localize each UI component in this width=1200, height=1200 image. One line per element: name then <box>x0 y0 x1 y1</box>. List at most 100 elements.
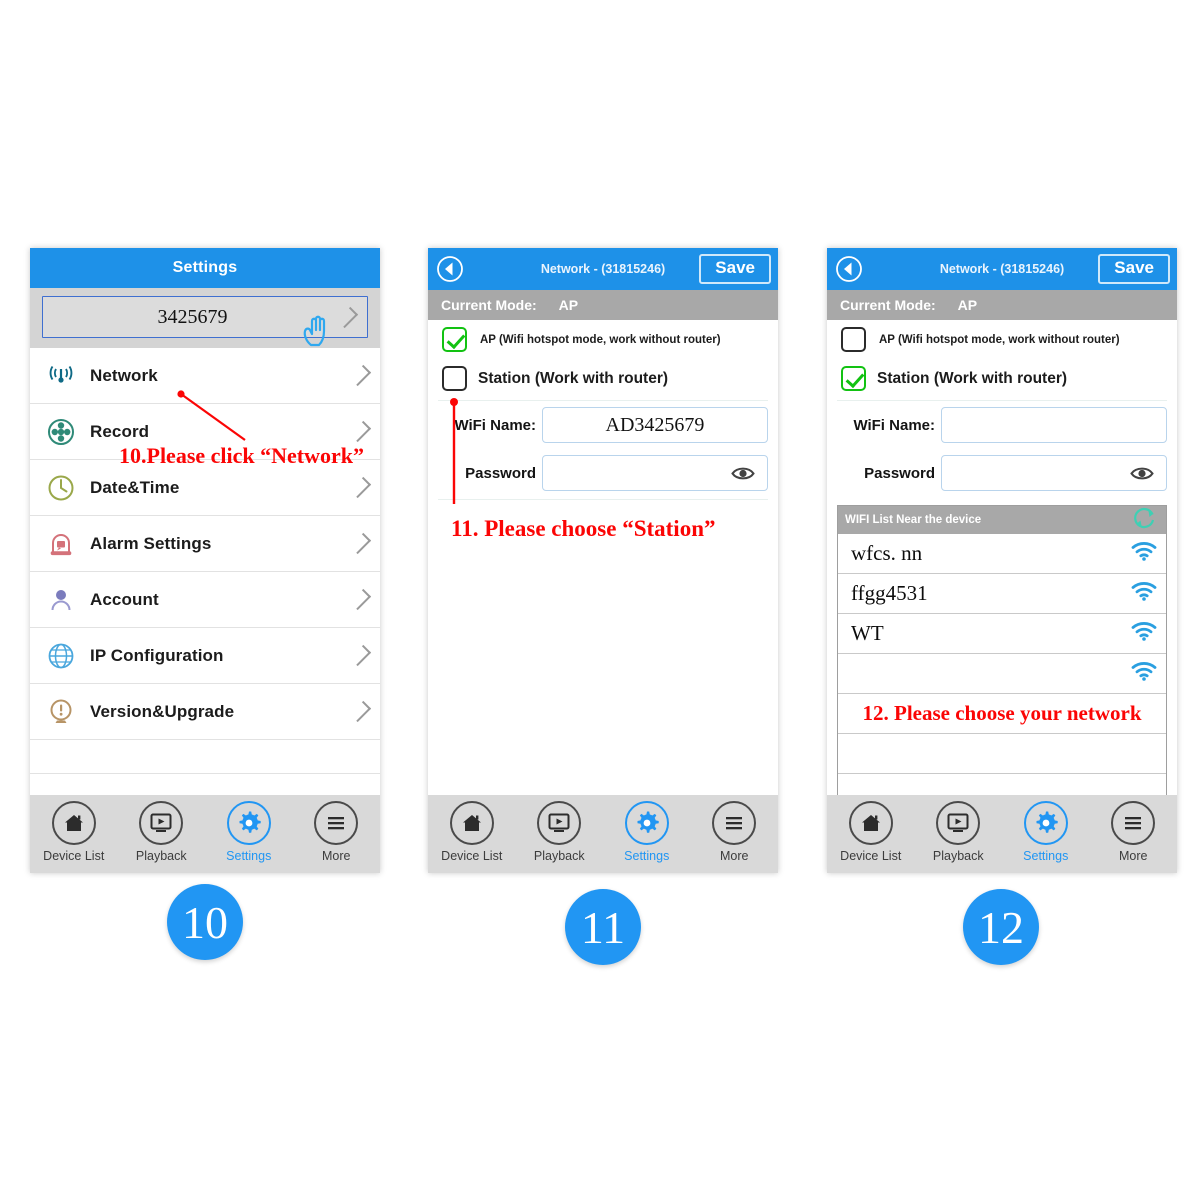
globe-icon <box>46 641 86 671</box>
tab-label: Settings <box>226 849 272 863</box>
eye-icon[interactable] <box>731 465 755 482</box>
home-icon <box>51 801 96 845</box>
wifi-list-item[interactable]: WT <box>838 614 1166 654</box>
tab-device-list[interactable]: Device List <box>428 801 516 863</box>
alarm-bell-icon <box>46 529 86 559</box>
network-titlebar: Network - (31815246) Save <box>428 248 778 290</box>
tab-device-list[interactable]: Device List <box>30 801 118 863</box>
tab-more[interactable]: More <box>293 801 381 863</box>
wifi-strength-icon <box>1131 661 1157 686</box>
settings-row-label: Account <box>90 589 159 609</box>
ap-mode-checkbox[interactable] <box>841 327 866 352</box>
settings-row-label: Version&Upgrade <box>90 701 235 721</box>
wifi-name-input[interactable] <box>941 407 1167 443</box>
page-title: Settings <box>172 259 238 276</box>
ap-mode-checkbox[interactable] <box>442 327 467 352</box>
tab-label: Settings <box>624 849 670 863</box>
tab-label: Settings <box>1023 849 1069 863</box>
wifi-name-row: WiFi Name: <box>827 401 1177 449</box>
save-button[interactable]: Save <box>1098 254 1170 284</box>
wifi-list-header: WIFI List Near the device <box>838 506 1166 534</box>
annotation-text-11: 11. Please choose “Station” <box>451 516 716 541</box>
tutorial-screenshot: Settings 3425679 Network Record Date&Tim… <box>0 0 1200 1200</box>
password-label: Password <box>465 464 536 482</box>
password-input[interactable] <box>542 455 768 491</box>
tab-more[interactable]: More <box>1090 801 1178 863</box>
wifi-list-panel: WIFI List Near the device wfcs. nn ffgg4… <box>837 505 1167 805</box>
network-titlebar: Network - (31815246) Save <box>827 248 1177 290</box>
password-input[interactable] <box>941 455 1167 491</box>
settings-list: Network Record Date&Time Alarm Settings … <box>30 348 380 774</box>
tab-playback[interactable]: Playback <box>118 801 206 863</box>
ap-mode-row[interactable]: AP (Wifi hotspot mode, work without rout… <box>827 320 1177 359</box>
tab-settings[interactable]: Settings <box>205 801 293 863</box>
settings-row-label: Record <box>90 421 150 441</box>
current-mode-bar: Current Mode: AP <box>827 290 1177 320</box>
back-button[interactable] <box>436 255 464 283</box>
step-number-badge-11: 11 <box>565 889 641 965</box>
refresh-icon[interactable] <box>1132 506 1158 536</box>
network-form: AP (Wifi hotspot mode, work without rout… <box>428 320 778 500</box>
wifi-list-item-empty[interactable] <box>838 734 1166 774</box>
hamburger-icon <box>712 801 757 845</box>
settings-row-label: IP Configuration <box>90 645 224 665</box>
tab-playback[interactable]: Playback <box>915 801 1003 863</box>
tab-label: More <box>322 849 351 863</box>
wifi-list-item[interactable]: wfcs. nn <box>838 534 1166 574</box>
tab-device-list[interactable]: Device List <box>827 801 915 863</box>
wifi-ssid-label: WT <box>851 621 884 645</box>
wifi-name-row: WiFi Name: AD3425679 <box>428 401 778 449</box>
station-mode-checkbox[interactable] <box>442 366 467 391</box>
tab-more[interactable]: More <box>691 801 779 863</box>
station-mode-checkbox[interactable] <box>841 366 866 391</box>
tab-settings[interactable]: Settings <box>603 801 691 863</box>
tab-settings[interactable]: Settings <box>1002 801 1090 863</box>
ap-mode-row[interactable]: AP (Wifi hotspot mode, work without rout… <box>428 320 778 359</box>
eye-icon[interactable] <box>1130 465 1154 482</box>
settings-row-account[interactable]: Account <box>30 572 380 628</box>
current-mode-label: Current Mode: <box>840 297 936 313</box>
wifi-name-input[interactable]: AD3425679 <box>542 407 768 443</box>
bottom-tabbar: Device List Playback Settings More <box>30 795 380 873</box>
wifi-name-label: WiFi Name: <box>454 416 536 434</box>
wifi-ssid-label: ffgg4531 <box>851 581 928 605</box>
phone-panel-step-10: Settings 3425679 Network Record Date&Tim… <box>30 248 380 873</box>
tab-label: More <box>1119 849 1148 863</box>
wifi-strength-icon <box>1131 621 1157 646</box>
wifi-list-item[interactable]: ffgg4531 <box>838 574 1166 614</box>
clock-icon <box>46 473 86 503</box>
station-mode-row[interactable]: Station (Work with router) <box>428 359 778 398</box>
settings-row-alarm[interactable]: Alarm Settings <box>30 516 380 572</box>
settings-row-version-upgrade[interactable]: Version&Upgrade <box>30 684 380 740</box>
record-reel-icon <box>46 417 86 447</box>
annotation-text-10: 10.Please click “Network” <box>119 443 364 468</box>
phone-panel-step-11: Network - (31815246) Save Current Mode: … <box>428 248 778 873</box>
device-selector-button[interactable]: 3425679 <box>42 296 368 347</box>
settings-row-network[interactable]: Network <box>30 348 380 404</box>
current-mode-label: Current Mode: <box>441 297 537 313</box>
wifi-strength-icon <box>1131 541 1157 566</box>
gear-icon <box>624 801 669 845</box>
user-icon <box>46 585 86 615</box>
settings-row-ip-configuration[interactable]: IP Configuration <box>30 628 380 684</box>
current-mode-value: AP <box>558 297 579 313</box>
save-button[interactable]: Save <box>699 254 771 284</box>
station-mode-row[interactable]: Station (Work with router) <box>827 359 1177 398</box>
password-row: Password <box>428 449 778 497</box>
wifi-list-item[interactable] <box>838 654 1166 694</box>
step-number-badge-12: 12 <box>963 889 1039 965</box>
station-mode-label: Station (Work with router) <box>877 369 1068 387</box>
monitor-play-icon <box>936 801 981 845</box>
wifi-ssid-label: wfcs. nn <box>851 541 923 565</box>
back-button[interactable] <box>835 255 863 283</box>
station-mode-label: Station (Work with router) <box>478 369 669 387</box>
tab-playback[interactable]: Playback <box>516 801 604 863</box>
settings-titlebar: Settings <box>30 248 380 288</box>
form-divider-2 <box>438 499 768 500</box>
wifi-signal-icon <box>46 363 86 389</box>
wifi-name-label: WiFi Name: <box>853 416 935 434</box>
hamburger-icon <box>1111 801 1156 845</box>
network-form: AP (Wifi hotspot mode, work without rout… <box>827 320 1177 497</box>
home-icon <box>848 801 893 845</box>
password-label: Password <box>864 464 935 482</box>
